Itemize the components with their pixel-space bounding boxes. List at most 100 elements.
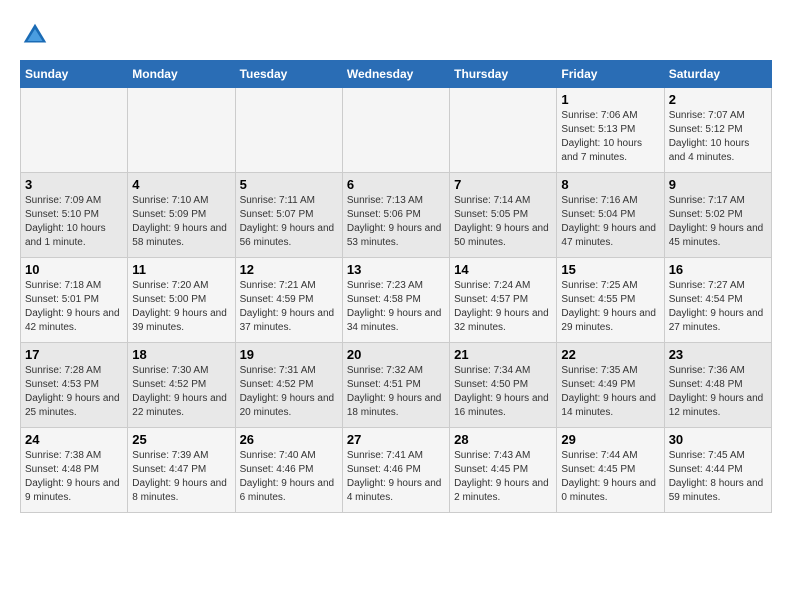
calendar-cell: 11 Sunrise: 7:20 AM Sunset: 5:00 PM Dayli… (128, 258, 235, 343)
day-info: Sunrise: 7:44 AM Sunset: 4:45 PM Dayligh… (561, 449, 659, 505)
calendar-cell: 15Sunrise: 7:25 AM Sunset: 4:55 PM Dayli… (557, 258, 664, 343)
calendar-cell: 5Sunrise: 7:11 AM Sunset: 5:07 PM Daylig… (235, 173, 342, 258)
day-number: 27 (347, 432, 445, 447)
calendar-cell: 1 Sunrise: 7:06 AM Sunset: 5:13 PM Daylig… (557, 88, 664, 173)
calendar-cell: 23 Sunrise: 7:36 AM Sunset: 4:48 PM Dayli… (664, 343, 771, 428)
day-info: Sunrise: 7:41 AM Sunset: 4:46 PM Dayligh… (347, 449, 445, 505)
day-number: 17 (25, 347, 123, 362)
day-info: Sunrise: 7:17 AM Sunset: 5:02 PM Dayligh… (669, 194, 767, 250)
day-info: Sunrise: 7:24 AM Sunset: 4:57 PM Dayligh… (454, 279, 552, 335)
page-header (20, 20, 772, 50)
day-number: 19 (240, 347, 338, 362)
day-info: Sunrise: 7:39 AM Sunset: 4:47 PM Dayligh… (132, 449, 230, 505)
day-number: 15 (561, 262, 659, 277)
day-number: 14 (454, 262, 552, 277)
weekday-header-row: SundayMondayTuesdayWednesdayThursdayFrid… (21, 61, 772, 88)
calendar-table: SundayMondayTuesdayWednesdayThursdayFrid… (20, 60, 772, 513)
day-number: 18 (132, 347, 230, 362)
day-info: Sunrise: 7:10 AM Sunset: 5:09 PM Dayligh… (132, 194, 230, 250)
calendar-cell: 10 Sunrise: 7:18 AM Sunset: 5:01 PM Dayli… (21, 258, 128, 343)
calendar-week-row: 17 Sunrise: 7:28 AM Sunset: 4:53 PM Dayli… (21, 343, 772, 428)
day-number: 11 (132, 262, 230, 277)
day-number: 16 (669, 262, 767, 277)
calendar-cell: 30 Sunrise: 7:45 AM Sunset: 4:44 PM Dayli… (664, 428, 771, 513)
day-number: 3 (25, 177, 123, 192)
calendar-cell: 6 Sunrise: 7:13 AM Sunset: 5:06 PM Daylig… (342, 173, 449, 258)
calendar-cell: 24 Sunrise: 7:38 AM Sunset: 4:48 PM Dayli… (21, 428, 128, 513)
day-info: Sunrise: 7:27 AM Sunset: 4:54 PM Dayligh… (669, 279, 767, 335)
day-number: 21 (454, 347, 552, 362)
day-number: 2 (669, 92, 767, 107)
day-number: 25 (132, 432, 230, 447)
logo (20, 20, 54, 50)
day-number: 23 (669, 347, 767, 362)
calendar-week-row: 3Sunrise: 7:09 AM Sunset: 5:10 PM Daylig… (21, 173, 772, 258)
day-info: Sunrise: 7:16 AM Sunset: 5:04 PM Dayligh… (561, 194, 659, 250)
weekday-header-friday: Friday (557, 61, 664, 88)
calendar-cell (342, 88, 449, 173)
day-info: Sunrise: 7:30 AM Sunset: 4:52 PM Dayligh… (132, 364, 230, 420)
calendar-cell: 16 Sunrise: 7:27 AM Sunset: 4:54 PM Dayli… (664, 258, 771, 343)
calendar-cell (450, 88, 557, 173)
day-number: 22 (561, 347, 659, 362)
day-number: 1 (561, 92, 659, 107)
calendar-cell: 22 Sunrise: 7:35 AM Sunset: 4:49 PM Dayli… (557, 343, 664, 428)
day-info: Sunrise: 7:28 AM Sunset: 4:53 PM Dayligh… (25, 364, 123, 420)
day-number: 24 (25, 432, 123, 447)
weekday-header-saturday: Saturday (664, 61, 771, 88)
day-info: Sunrise: 7:21 AM Sunset: 4:59 PM Dayligh… (240, 279, 338, 335)
day-info: Sunrise: 7:11 AM Sunset: 5:07 PM Dayligh… (240, 194, 338, 250)
day-info: Sunrise: 7:13 AM Sunset: 5:06 PM Dayligh… (347, 194, 445, 250)
calendar-week-row: 24 Sunrise: 7:38 AM Sunset: 4:48 PM Dayli… (21, 428, 772, 513)
calendar-week-row: 1 Sunrise: 7:06 AM Sunset: 5:13 PM Daylig… (21, 88, 772, 173)
calendar-cell: 12 Sunrise: 7:21 AM Sunset: 4:59 PM Dayli… (235, 258, 342, 343)
weekday-header-sunday: Sunday (21, 61, 128, 88)
day-number: 12 (240, 262, 338, 277)
day-number: 10 (25, 262, 123, 277)
day-info: Sunrise: 7:18 AM Sunset: 5:01 PM Dayligh… (25, 279, 123, 335)
calendar-cell: 9 Sunrise: 7:17 AM Sunset: 5:02 PM Daylig… (664, 173, 771, 258)
calendar-cell (21, 88, 128, 173)
day-info: Sunrise: 7:38 AM Sunset: 4:48 PM Dayligh… (25, 449, 123, 505)
day-number: 30 (669, 432, 767, 447)
day-number: 9 (669, 177, 767, 192)
day-info: Sunrise: 7:20 AM Sunset: 5:00 PM Dayligh… (132, 279, 230, 335)
calendar-cell: 29 Sunrise: 7:44 AM Sunset: 4:45 PM Dayli… (557, 428, 664, 513)
day-info: Sunrise: 7:35 AM Sunset: 4:49 PM Dayligh… (561, 364, 659, 420)
weekday-header-thursday: Thursday (450, 61, 557, 88)
day-number: 13 (347, 262, 445, 277)
day-number: 29 (561, 432, 659, 447)
day-info: Sunrise: 7:06 AM Sunset: 5:13 PM Dayligh… (561, 109, 659, 165)
day-info: Sunrise: 7:32 AM Sunset: 4:51 PM Dayligh… (347, 364, 445, 420)
day-info: Sunrise: 7:07 AM Sunset: 5:12 PM Dayligh… (669, 109, 767, 165)
calendar-cell: 4 Sunrise: 7:10 AM Sunset: 5:09 PM Daylig… (128, 173, 235, 258)
day-number: 8 (561, 177, 659, 192)
day-info: Sunrise: 7:45 AM Sunset: 4:44 PM Dayligh… (669, 449, 767, 505)
day-number: 20 (347, 347, 445, 362)
day-info: Sunrise: 7:36 AM Sunset: 4:48 PM Dayligh… (669, 364, 767, 420)
calendar-cell: 21Sunrise: 7:34 AM Sunset: 4:50 PM Dayli… (450, 343, 557, 428)
weekday-header-wednesday: Wednesday (342, 61, 449, 88)
calendar-cell: 3Sunrise: 7:09 AM Sunset: 5:10 PM Daylig… (21, 173, 128, 258)
calendar-cell: 28 Sunrise: 7:43 AM Sunset: 4:45 PM Dayli… (450, 428, 557, 513)
calendar-cell: 18 Sunrise: 7:30 AM Sunset: 4:52 PM Dayli… (128, 343, 235, 428)
day-info: Sunrise: 7:23 AM Sunset: 4:58 PM Dayligh… (347, 279, 445, 335)
calendar-cell: 19 Sunrise: 7:31 AM Sunset: 4:52 PM Dayli… (235, 343, 342, 428)
calendar-cell: 8 Sunrise: 7:16 AM Sunset: 5:04 PM Daylig… (557, 173, 664, 258)
day-number: 6 (347, 177, 445, 192)
weekday-header-tuesday: Tuesday (235, 61, 342, 88)
calendar-cell: 2 Sunrise: 7:07 AM Sunset: 5:12 PM Daylig… (664, 88, 771, 173)
day-info: Sunrise: 7:31 AM Sunset: 4:52 PM Dayligh… (240, 364, 338, 420)
calendar-cell (128, 88, 235, 173)
day-number: 4 (132, 177, 230, 192)
day-info: Sunrise: 7:43 AM Sunset: 4:45 PM Dayligh… (454, 449, 552, 505)
calendar-cell: 25 Sunrise: 7:39 AM Sunset: 4:47 PM Dayli… (128, 428, 235, 513)
calendar-cell: 7Sunrise: 7:14 AM Sunset: 5:05 PM Daylig… (450, 173, 557, 258)
day-number: 26 (240, 432, 338, 447)
calendar-cell: 27 Sunrise: 7:41 AM Sunset: 4:46 PM Dayli… (342, 428, 449, 513)
calendar-cell: 17 Sunrise: 7:28 AM Sunset: 4:53 PM Dayli… (21, 343, 128, 428)
calendar-cell: 26Sunrise: 7:40 AM Sunset: 4:46 PM Dayli… (235, 428, 342, 513)
day-number: 28 (454, 432, 552, 447)
weekday-header-monday: Monday (128, 61, 235, 88)
day-info: Sunrise: 7:14 AM Sunset: 5:05 PM Dayligh… (454, 194, 552, 250)
